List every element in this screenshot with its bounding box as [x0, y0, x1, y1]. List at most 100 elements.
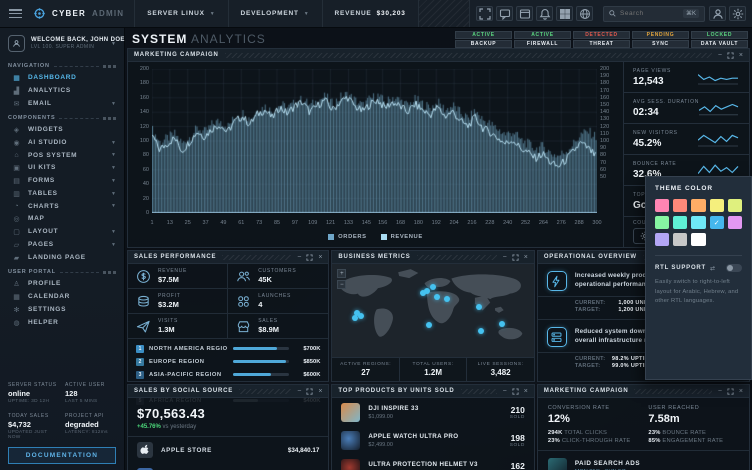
- search-box[interactable]: ⌘K: [603, 6, 705, 22]
- map-marker[interactable]: [352, 315, 358, 321]
- zoom-out-button[interactable]: −: [337, 280, 346, 289]
- rtl-toggle[interactable]: [726, 264, 742, 272]
- map-marker[interactable]: [444, 296, 450, 302]
- sidebar-item-widgets[interactable]: ◈WIDGETS: [0, 123, 124, 136]
- map-marker[interactable]: [434, 294, 440, 300]
- search-input[interactable]: [620, 10, 679, 17]
- region-row[interactable]: 1 NORTH AMERICA REGION $700K: [128, 342, 328, 355]
- topbar-bell-icon[interactable]: [536, 6, 553, 21]
- top-menu-development[interactable]: DEVELOPMENT ▼: [228, 0, 322, 27]
- close-icon[interactable]: ×: [524, 388, 528, 395]
- documentation-button[interactable]: DOCUMENTATION: [8, 447, 116, 464]
- campaign-row[interactable]: PAID SEARCH ADS MON 26/6 - SUN 2/7: [538, 451, 749, 470]
- top-menu-revenue[interactable]: REVENUE $30,203: [322, 0, 418, 27]
- map-marker[interactable]: [426, 322, 432, 328]
- sidebar-item-ui-kits[interactable]: ▣UI KITS▼: [0, 161, 124, 174]
- close-icon[interactable]: ×: [318, 254, 322, 261]
- status-chip-data-vault[interactable]: LOCKEDDATA VAULT: [691, 31, 748, 48]
- color-swatch[interactable]: [655, 216, 669, 229]
- color-swatch[interactable]: [728, 199, 742, 212]
- close-icon[interactable]: ×: [739, 388, 743, 395]
- topbar-grid-icon[interactable]: [556, 6, 573, 21]
- color-swatch[interactable]: [691, 233, 705, 246]
- expand-icon[interactable]: [512, 254, 519, 261]
- topbar-window-icon[interactable]: [516, 6, 533, 21]
- topbar-chat-icon[interactable]: [496, 6, 513, 21]
- color-swatch[interactable]: [691, 199, 705, 212]
- sidebar-item-landing-page[interactable]: ▰LANDING PAGE: [0, 251, 124, 264]
- sidebar-item-calendar[interactable]: ▦CALENDAR: [0, 290, 124, 303]
- map-marker[interactable]: [358, 313, 364, 319]
- expand-icon[interactable]: [306, 388, 313, 395]
- region-row[interactable]: 3 ASIA-PACIFIC REGION $600K: [128, 368, 328, 381]
- product-row[interactable]: ULTRA PROTECTION HELMET V3$2,499.00 162S…: [332, 454, 533, 470]
- legend-item-orders[interactable]: ORDERS: [328, 234, 366, 240]
- top-menu-server-linux[interactable]: SERVER LINUX ▼: [134, 0, 227, 27]
- sidebar-item-map[interactable]: ◎MAP: [0, 212, 124, 225]
- color-swatch[interactable]: [655, 199, 669, 212]
- status-chip-sync[interactable]: PENDINGSYNC: [632, 31, 689, 48]
- color-swatch[interactable]: ✓: [710, 216, 724, 229]
- expand-icon[interactable]: [306, 254, 313, 261]
- sidebar-item-charts[interactable]: ◔CHARTS▼: [0, 200, 124, 212]
- map-marker[interactable]: [420, 290, 426, 296]
- minimize-icon[interactable]: −: [297, 388, 301, 395]
- sidebar-item-layout[interactable]: ▢LAYOUT▼: [0, 225, 124, 238]
- sidebar-item-pages[interactable]: ▱PAGES▼: [0, 238, 124, 251]
- map-marker[interactable]: [476, 304, 482, 310]
- sidebar-item-forms[interactable]: ▤FORMS▼: [0, 174, 124, 187]
- sidebar-item-ai-studio[interactable]: ◉AI STUDIO▼: [0, 136, 124, 149]
- plot-area[interactable]: [152, 69, 597, 213]
- sidebar-item-helper[interactable]: ◍HELPER: [0, 316, 124, 329]
- brand[interactable]: CYBER ADMIN: [31, 0, 134, 27]
- sidebar-item-dashboard[interactable]: ▦DASHBOARD: [0, 71, 124, 84]
- map-marker[interactable]: [499, 321, 505, 327]
- close-icon[interactable]: ×: [739, 52, 743, 59]
- world-map[interactable]: +−: [332, 264, 533, 357]
- topbar-user-icon[interactable]: [709, 6, 726, 21]
- sidebar-item-analytics[interactable]: ▟ANALYTICS: [0, 84, 124, 97]
- expand-icon[interactable]: [512, 388, 519, 395]
- region-row[interactable]: 2 EUROPE REGION $850K: [128, 355, 328, 368]
- sparkline: [698, 131, 740, 147]
- expand-icon[interactable]: [727, 388, 734, 395]
- hamburger-menu-icon[interactable]: [0, 0, 31, 27]
- map-marker[interactable]: [430, 284, 436, 290]
- social-row-facebook[interactable]: fFACEBOOK$12,502.67: [128, 463, 328, 470]
- close-icon[interactable]: ×: [524, 254, 528, 261]
- sidebar-item-settings[interactable]: ✻SETTINGS: [0, 303, 124, 316]
- color-swatch[interactable]: [710, 199, 724, 212]
- close-icon[interactable]: ×: [318, 388, 322, 395]
- minimize-icon[interactable]: −: [503, 388, 507, 395]
- zoom-in-button[interactable]: +: [337, 269, 346, 278]
- sidebar-item-profile[interactable]: ♙PROFILE: [0, 277, 124, 290]
- color-swatch[interactable]: [673, 199, 687, 212]
- user-welcome[interactable]: WELCOME BACK, JOHN DOE LVL 100. SUPER AD…: [0, 28, 124, 58]
- minimize-icon[interactable]: −: [718, 388, 722, 395]
- topbar-gear-icon[interactable]: [729, 6, 746, 21]
- product-row[interactable]: DJI INSPIRE 33$1,099.00 210SOLD: [332, 398, 533, 426]
- color-swatch[interactable]: [673, 233, 687, 246]
- color-swatch[interactable]: [655, 233, 669, 246]
- status-chip-firewall[interactable]: ACTIVEFIREWALL: [514, 31, 571, 48]
- minimize-icon[interactable]: −: [297, 254, 301, 261]
- color-swatch[interactable]: [728, 216, 742, 229]
- status-chip-backup[interactable]: ACTIVEBACKUP: [455, 31, 512, 48]
- topbar-globe-icon[interactable]: [576, 6, 593, 21]
- social-row-apple-store[interactable]: APPLE STORE$34,840.17: [128, 437, 328, 463]
- expand-icon[interactable]: [727, 52, 734, 59]
- product-row[interactable]: APPLE WATCH ULTRA PRO$2,499.00 198SOLD: [332, 426, 533, 454]
- sidebar-item-email[interactable]: ✉EMAIL▼: [0, 97, 124, 110]
- sidebar-item-pos-system[interactable]: ⌂POS SYSTEM▼: [0, 149, 124, 161]
- status-chip-threat[interactable]: DETECTEDTHREAT: [573, 31, 630, 48]
- topbar-expand-icon[interactable]: [476, 6, 493, 21]
- map-marker[interactable]: [478, 328, 484, 334]
- color-swatch[interactable]: [691, 216, 705, 229]
- legend-item-revenue[interactable]: REVENUE: [381, 234, 423, 240]
- business-metrics-stats: ACTIVE REGIONS:27TOTAL USERS:1.2MLIVE SE…: [332, 357, 533, 381]
- color-swatch[interactable]: [673, 216, 687, 229]
- sidebar-item-tables[interactable]: ▥TABLES▼: [0, 187, 124, 200]
- minimize-icon[interactable]: −: [503, 254, 507, 261]
- layout-icon: ▢: [12, 228, 21, 236]
- minimize-icon[interactable]: −: [718, 52, 722, 59]
